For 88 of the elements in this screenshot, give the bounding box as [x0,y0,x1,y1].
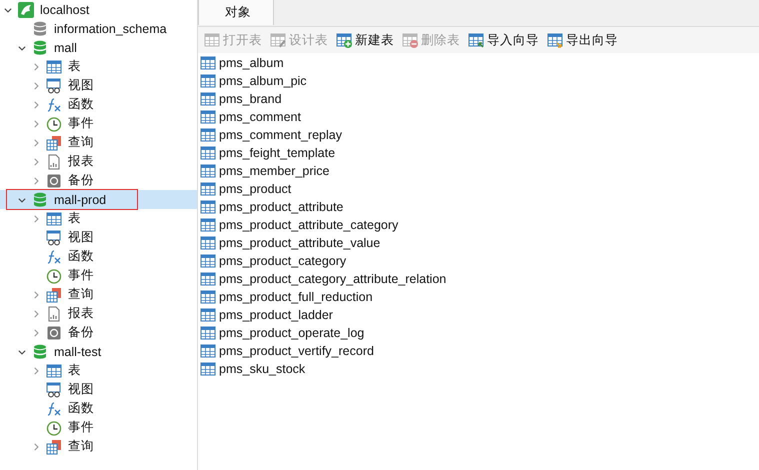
table-item[interactable]: pms_product_category [198,252,759,270]
server-icon [18,2,34,18]
view-icon [46,230,62,246]
tree-item[interactable]: 备份 [0,171,197,190]
view-icon [46,382,62,398]
tree-item[interactable]: 视图 [0,228,197,247]
table-icon [200,235,216,251]
table-item[interactable]: pms_product_ladder [198,306,759,324]
tab[interactable]: 对象 [198,0,274,25]
tree-item[interactable]: 查询 [0,285,197,304]
backup-icon [46,172,62,188]
table-item[interactable]: pms_comment [198,108,759,126]
tree-item[interactable]: localhost [0,0,197,19]
table-item[interactable]: pms_product_attribute_category [198,216,759,234]
report-icon [46,154,62,170]
table-icon [200,181,216,197]
tree-item[interactable]: 查询 [0,437,197,456]
table-icon [200,343,216,359]
table-icon [200,307,216,323]
table-item[interactable]: pms_comment_replay [198,126,759,144]
toolbar-button[interactable]: 新建表 [334,30,396,50]
table-icon [200,91,216,107]
table-icon [200,361,216,377]
table-item[interactable]: pms_product_vertify_record [198,342,759,360]
query-icon [46,134,62,150]
clock-icon [46,268,62,284]
tree-item[interactable]: 表 [0,361,197,380]
table-minus-icon [402,32,418,48]
table-icon [200,55,216,71]
table-icon [200,253,216,269]
tree-item[interactable]: 报表 [0,152,197,171]
clock-icon [46,116,62,132]
table-item[interactable]: pms_product_attribute_value [198,234,759,252]
table-item[interactable]: pms_feight_template [198,144,759,162]
view-icon [46,78,62,94]
query-icon [46,286,62,302]
table-item[interactable]: pms_brand [198,90,759,108]
tree-item[interactable]: 查询 [0,133,197,152]
table-item[interactable]: pms_product_full_reduction [198,288,759,306]
table-icon [200,145,216,161]
tree-item[interactable]: 函数 [0,247,197,266]
backup-icon [46,324,62,340]
table-icon [46,362,62,378]
table-item[interactable]: pms_member_price [198,162,759,180]
table-item[interactable]: pms_album_pic [198,72,759,90]
table-icon [200,325,216,341]
function-icon [46,96,62,112]
table-icon [200,109,216,125]
tree-item[interactable]: mall-prod [0,190,197,209]
table-icon [200,73,216,89]
tree-item[interactable]: 报表 [0,304,197,323]
tree-item[interactable]: 视图 [0,76,197,95]
tree-item[interactable]: mall [0,38,197,57]
table-item[interactable]: pms_product_category_attribute_relation [198,270,759,288]
query-icon [46,438,62,454]
table-icon [200,199,216,215]
clock-icon [46,420,62,436]
table-pencil-icon [270,32,286,48]
table-item[interactable]: pms_product_operate_log [198,324,759,342]
table-icon [200,217,216,233]
tree-item[interactable]: information_schema [0,19,197,38]
table-plus-icon [336,32,352,48]
report-icon [46,306,62,322]
toolbar-button[interactable]: 导入向导 [466,30,541,50]
tree-item[interactable]: 表 [0,209,197,228]
table-icon [200,289,216,305]
tree-item[interactable]: mall-test [0,342,197,361]
table-icon [200,127,216,143]
tree-item[interactable]: 视图 [0,380,197,399]
tree-item[interactable]: 事件 [0,114,197,133]
function-icon [46,400,62,416]
table-icon [46,210,62,226]
toolbar-button[interactable]: 导出向导 [545,30,620,50]
table-item[interactable]: pms_product_attribute [198,198,759,216]
tree-item[interactable]: 备份 [0,323,197,342]
tree-item[interactable]: 函数 [0,95,197,114]
table-icon [200,271,216,287]
tree-item[interactable]: 表 [0,57,197,76]
table-item[interactable]: pms_album [198,54,759,72]
table-icon [200,163,216,179]
tree-item[interactable]: 事件 [0,266,197,285]
tree-item[interactable]: 函数 [0,399,197,418]
table-item[interactable]: pms_sku_stock [198,360,759,378]
function-icon [46,248,62,264]
table-icon [204,32,220,48]
table-item[interactable]: pms_product [198,180,759,198]
tree-item[interactable]: 事件 [0,418,197,437]
table-icon [46,58,62,74]
